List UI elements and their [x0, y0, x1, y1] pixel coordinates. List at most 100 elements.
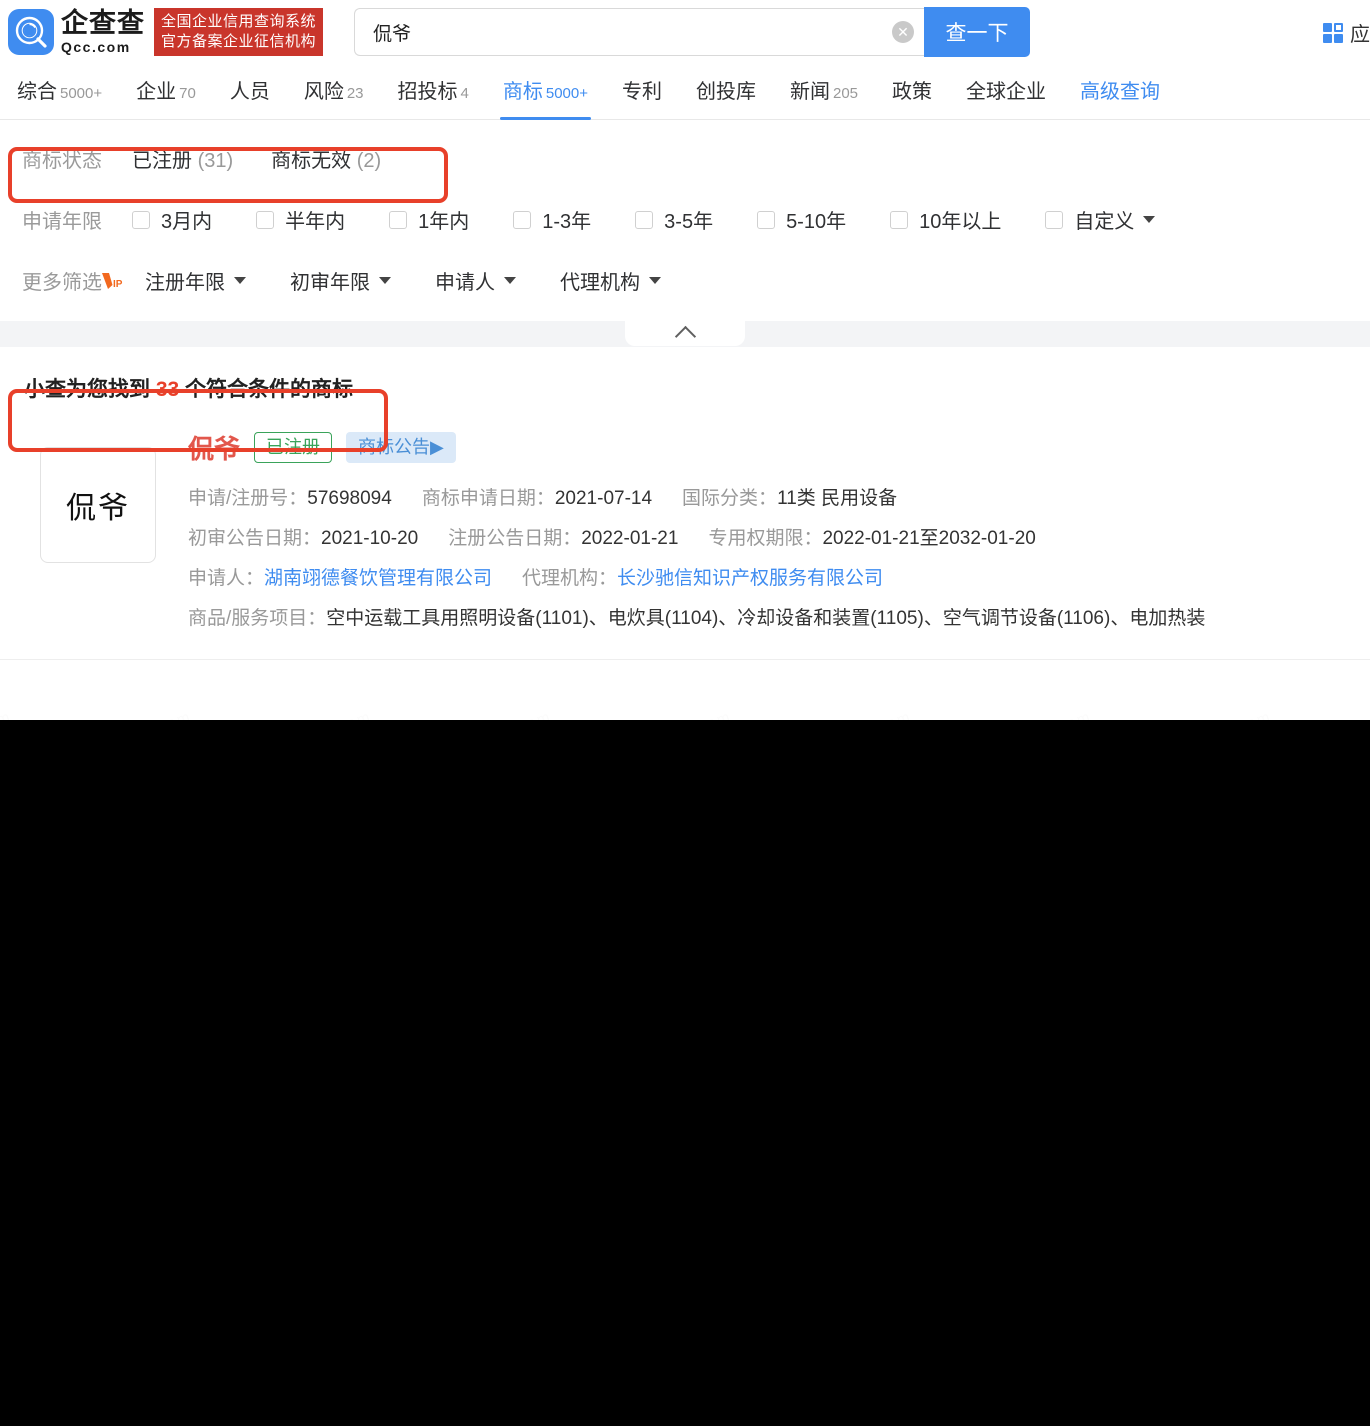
status-option-label: 商标无效	[271, 150, 357, 172]
meta-label: 申请人：	[188, 568, 265, 589]
meta-value: 2022-01-21	[581, 528, 679, 549]
checkbox-icon[interactable]	[1045, 210, 1064, 229]
tab-label: 综合	[17, 81, 57, 103]
more-filter-dropdown-0[interactable]: 注册年限	[145, 266, 246, 295]
site-logo[interactable]: 企查查 Qcc.com	[8, 9, 145, 55]
app-entry-label: 应	[1350, 24, 1370, 46]
tab-9[interactable]: 政策	[875, 75, 949, 119]
tab-label: 风险	[303, 81, 344, 103]
checkbox-icon[interactable]	[890, 210, 909, 229]
more-filter-dropdown-1[interactable]: 初审年限	[290, 266, 391, 295]
apply-year-label: 自定义	[1074, 211, 1135, 233]
watermark-text: Qcc.com	[0, 708, 14, 720]
tab-2[interactable]: 人员	[213, 75, 287, 119]
checkbox-icon[interactable]	[256, 210, 275, 229]
result-tabs: 综合 5000+ 企业 70 人员 风险 23 招投标 4 商标 5000+ 专利 创投库 新闻 205 政策…	[0, 64, 1370, 120]
tab-11[interactable]: 高级查询	[1063, 75, 1177, 119]
checkbox-icon[interactable]	[635, 210, 654, 229]
checkbox-icon[interactable]	[132, 210, 150, 229]
tab-10[interactable]: 全球企业	[949, 75, 1063, 119]
filter-row-apply-years: 申请年限 3月内 半年内 1年内 1-3年 3-5年 5-10年 10年以上 自定义	[0, 189, 1370, 250]
tab-label: 企业	[136, 81, 177, 103]
chevron-down-icon[interactable]	[234, 277, 246, 284]
meta-label: 代理机构：	[522, 568, 618, 589]
filter-label-more-text: 更多筛选	[22, 272, 102, 294]
checkbox-icon[interactable]	[389, 210, 408, 229]
apply-years-options: 3月内 半年内 1年内 1-3年 3-5年 5-10年 10年以上 自定义	[132, 205, 1199, 234]
apply-year-label: 5-10年	[786, 211, 847, 233]
page-root: Qcc.com Qcc.com Qcc.com Qcc.com Qcc.com Qcc.c…	[0, 0, 1370, 720]
tab-0[interactable]: 综合 5000+	[0, 75, 119, 119]
tab-label: 创投库	[696, 81, 756, 103]
apply-year-checkbox-3[interactable]: 1-3年	[513, 205, 591, 234]
status-option-1[interactable]: 商标无效 (2)	[271, 144, 381, 173]
more-filter-dropdown-3[interactable]: 代理机构	[560, 266, 661, 295]
results-section: 小查为您找到 33 个符合条件的商标 侃爷 侃爷 已注册 商标公告▶ 申请/注册号：57…	[0, 347, 1370, 660]
tab-6[interactable]: 专利	[605, 75, 679, 119]
watermark-text: Qcc.com	[1019, 708, 1094, 720]
tab-label: 新闻	[790, 81, 830, 103]
filter-row-more: 更多筛选 IP 注册年限 初审年限 申请人 代理机构	[0, 250, 1370, 311]
tab-7[interactable]: 创投库	[679, 75, 773, 119]
clear-icon[interactable]: ✕	[892, 21, 915, 43]
watermark-text: Qcc.com	[299, 708, 374, 720]
tab-8[interactable]: 新闻 205	[773, 75, 875, 119]
tab-3[interactable]: 风险 23	[287, 75, 381, 119]
result-meta-row-2: 申请人：湖南翊德餐饮管理有限公司 代理机构：长沙驰信知识产权服务有限公司	[188, 559, 1370, 599]
meta-value-link[interactable]: 湖南翊德餐饮管理有限公司	[264, 568, 492, 589]
checkbox-icon[interactable]	[513, 210, 532, 229]
more-filter-label: 申请人	[435, 272, 495, 294]
search-button[interactable]: 查一下	[924, 7, 1031, 57]
filter-label-apply-years: 申请年限	[22, 211, 102, 233]
result-card[interactable]: 侃爷 侃爷 已注册 商标公告▶ 申请/注册号：57698094 商标申请日期：2021-0…	[0, 411, 1370, 660]
apply-year-label: 1-3年	[542, 211, 592, 233]
tab-label: 人员	[229, 81, 270, 103]
result-meta-row-1: 初审公告日期：2021-10-20 注册公告日期：2022-01-21 专用权期限：…	[188, 519, 1370, 559]
apply-year-checkbox-2[interactable]: 1年内	[389, 205, 469, 234]
collapse-filters-button[interactable]	[625, 320, 745, 347]
apply-year-checkbox-0[interactable]: 3月内	[132, 205, 212, 234]
tab-label: 招投标	[397, 81, 458, 103]
trademark-name[interactable]: 侃爷	[188, 429, 240, 466]
chevron-down-icon[interactable]	[1143, 216, 1156, 223]
apply-year-checkbox-4[interactable]: 3-5年	[635, 205, 713, 234]
result-list: 侃爷 侃爷 已注册 商标公告▶ 申请/注册号：57698094 商标申请日期：2021-0…	[0, 411, 1370, 660]
status-options: 已注册 (31) 商标无效 (2)	[132, 144, 419, 173]
announcement-button[interactable]: 商标公告▶	[346, 431, 456, 464]
chevron-down-icon[interactable]	[379, 277, 391, 284]
grid-apps-icon	[1323, 22, 1343, 43]
meta-value: 2021-07-14	[554, 488, 653, 509]
tab-4[interactable]: 招投标 4	[381, 75, 486, 119]
watermark-text: Qcc.com	[1199, 708, 1274, 720]
more-filter-label: 代理机构	[560, 272, 640, 294]
apply-year-checkbox-1[interactable]: 半年内	[256, 205, 345, 234]
chevron-down-icon[interactable]	[504, 277, 516, 284]
result-meta-row-0: 申请/注册号：57698094 商标申请日期：2021-07-14 国际分类：11类…	[188, 479, 1370, 519]
app-entry[interactable]: 应	[1323, 18, 1370, 47]
status-option-0[interactable]: 已注册 (31)	[132, 144, 233, 173]
apply-year-checkbox-7[interactable]: 自定义	[1045, 205, 1156, 234]
more-filter-dropdown-2[interactable]: 申请人	[435, 266, 516, 295]
meta-label: 申请/注册号：	[188, 488, 308, 509]
tab-count: 4	[460, 85, 469, 102]
chevron-down-icon[interactable]	[649, 277, 661, 284]
apply-year-checkbox-6[interactable]: 10年以上	[890, 205, 1001, 234]
trademark-thumbnail[interactable]: 侃爷	[40, 447, 156, 563]
checkbox-icon[interactable]	[757, 210, 776, 229]
meta-value-link[interactable]: 长沙驰信知识产权服务有限公司	[617, 568, 883, 589]
tab-1[interactable]: 企业 70	[119, 75, 213, 119]
search-box[interactable]: ✕	[354, 8, 925, 56]
apply-year-checkbox-5[interactable]: 5-10年	[757, 205, 846, 234]
site-header: 企查查 Qcc.com 全国企业信用查询系统 官方备案企业征信机构 ✕ 查一下 …	[0, 0, 1370, 64]
chevron-up-icon	[674, 325, 696, 347]
tab-count: 23	[346, 85, 364, 102]
meta-label: 商品/服务项目：	[188, 608, 327, 629]
watermark-text: Qcc.com	[119, 708, 194, 720]
svg-text:IP: IP	[113, 279, 123, 290]
search-input[interactable]	[373, 21, 893, 43]
tab-5[interactable]: 商标 5000+	[486, 75, 605, 120]
results-summary-count: 33	[155, 378, 180, 401]
status-badge: 已注册	[254, 431, 333, 464]
results-summary-prefix: 小查为您找到	[24, 378, 156, 401]
badge-line-2: 官方备案企业征信机构	[161, 33, 317, 50]
